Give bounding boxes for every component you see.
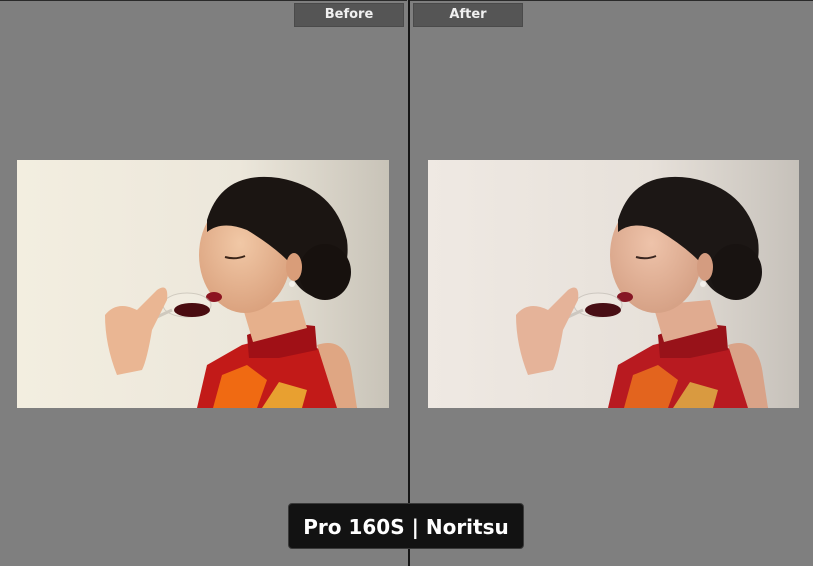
after-photo[interactable] [428,160,799,408]
before-photo[interactable] [17,160,389,408]
before-label: Before [294,3,404,27]
split-divider-line [408,0,410,566]
after-label: After [413,3,523,27]
split-divider[interactable] [407,0,410,566]
preset-name-overlay: Pro 160S | Noritsu [288,503,524,549]
